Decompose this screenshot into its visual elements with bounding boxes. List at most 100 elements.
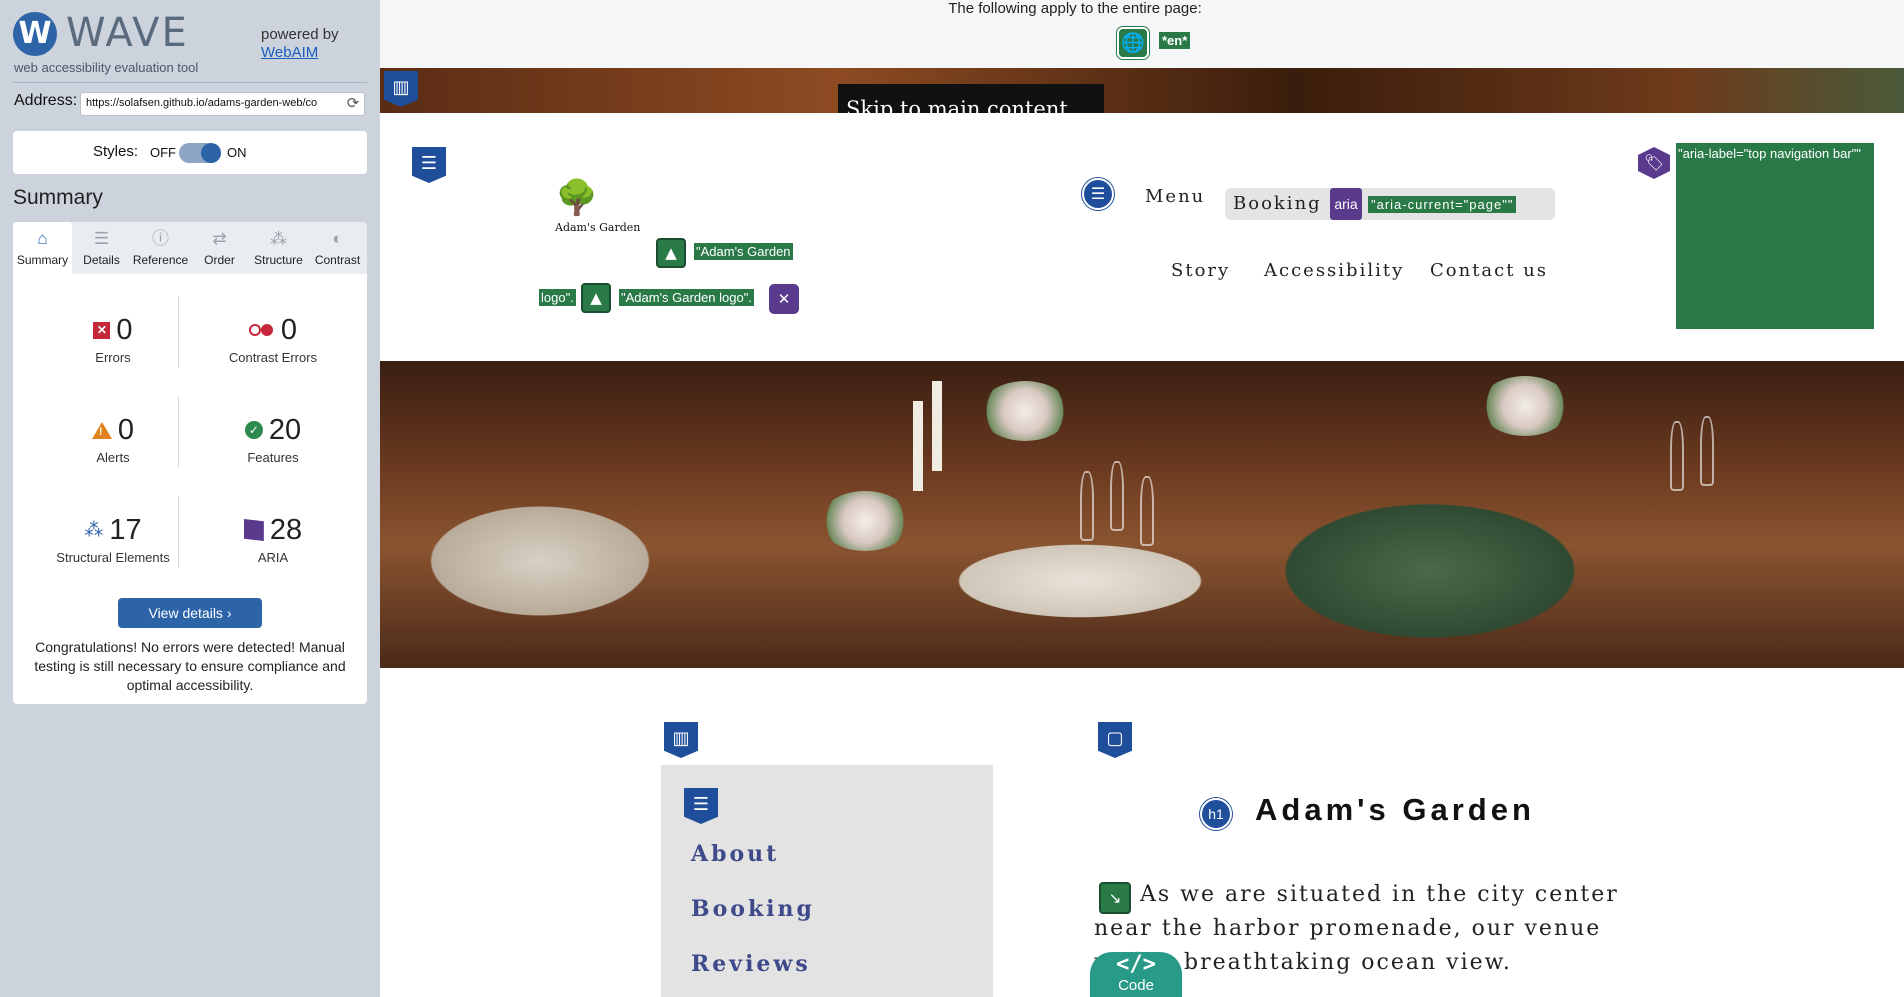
congrats-message: Congratulations! No errors were detected… (34, 639, 346, 693)
aside-region-icon[interactable]: ▥ (664, 722, 698, 758)
candle (932, 381, 942, 471)
wave-tagline: web accessibility evaluation tool (14, 60, 199, 75)
toggle-knob (201, 143, 221, 163)
wine-glass (1110, 461, 1124, 531)
aria-hidden-icon[interactable]: ✕ (769, 284, 799, 314)
structural-stat[interactable]: ⁂ 17 Structural Elements (33, 512, 193, 566)
view-details-button[interactable]: View details › (118, 598, 262, 628)
nav-story[interactable]: Story (1171, 260, 1230, 281)
header-image-strip (380, 68, 1904, 113)
side-link-booking[interactable]: Booking (691, 896, 815, 922)
tab-reference[interactable]: ⓘ Reference (131, 222, 190, 274)
image-alt-icon[interactable]: ▲ (581, 283, 611, 313)
list-icon: ☰ (93, 229, 110, 248)
alerts-count: 0 (117, 413, 135, 446)
feature-check-icon: ✓ (244, 421, 263, 439)
css-icon[interactable]: ☰ (684, 788, 718, 824)
tab-structure[interactable]: ⁂ Structure (249, 222, 308, 274)
apply-text: The following apply to the entire page: (948, 0, 1202, 17)
styles-panel: Styles: OFF ON (13, 131, 367, 174)
info-icon: ⓘ (152, 229, 169, 248)
alt-text-tag: "Adam's Garden (694, 243, 793, 260)
side-link-reviews[interactable]: Reviews (691, 951, 811, 977)
styles-toggle[interactable] (179, 143, 221, 163)
divider (13, 82, 367, 83)
alerts-stat[interactable]: ! 0 Alerts (33, 412, 193, 465)
alert-icon: ! (91, 421, 112, 439)
image-alt-icon[interactable]: ▲ (656, 238, 686, 268)
order-icon: ⇄ (212, 229, 227, 248)
alt-text-tag: "Adam's Garden logo". (619, 289, 754, 306)
contrast-errors-label: Contrast Errors (228, 350, 318, 365)
aria-count: 28 (269, 513, 303, 546)
error-icon: ✕ (93, 321, 111, 339)
address-label: Address: (14, 92, 78, 109)
styles-on-label: ON (227, 145, 247, 160)
webaim-link[interactable]: WebAIM (261, 44, 318, 61)
skip-link[interactable]: Skip to main content (838, 84, 1104, 113)
logo-tree-icon: 🌳 (555, 178, 599, 218)
css-icon[interactable]: ☰ (412, 147, 446, 183)
wine-glass (1700, 416, 1714, 486)
alt-text-tag: logo". (539, 289, 576, 306)
aria-icon[interactable]: aria (1330, 188, 1362, 220)
tab-label: Summary (16, 253, 69, 267)
tab-order[interactable]: ⇄ Order (190, 222, 249, 274)
tab-details[interactable]: ☰ Details (72, 222, 131, 274)
logo-caption: Adam's Garden (555, 221, 641, 234)
contrast-error-icon (248, 323, 275, 337)
side-link-about[interactable]: About (691, 841, 779, 867)
nav-menu[interactable]: Menu (1145, 186, 1205, 207)
contrast-errors-stat[interactable]: 0 Contrast Errors (193, 312, 353, 366)
wine-glass (1670, 421, 1684, 491)
tab-label: Structure (254, 253, 303, 267)
aria-label-tag: "aria-label="top navigation bar"" (1676, 143, 1874, 329)
aria-stat[interactable]: 28 ARIA (193, 512, 353, 565)
hero-image (380, 361, 1904, 668)
nav-contact[interactable]: Contact us (1430, 260, 1548, 281)
tab-contrast[interactable]: ◐ Contrast (308, 222, 367, 274)
lang-tag: *en* (1159, 32, 1191, 49)
address-input[interactable]: https://solafsen.github.io/adams-garden-… (80, 92, 365, 116)
list-icon[interactable]: ☰ (1082, 178, 1114, 210)
tab-summary[interactable]: ⌂ Summary (13, 222, 72, 274)
page-wide-bar: The following apply to the entire page: … (380, 0, 1904, 68)
flowers (980, 381, 1070, 441)
errors-stat[interactable]: ✕ 0 Errors (33, 312, 193, 365)
nav-accessibility[interactable]: Accessibility (1264, 260, 1404, 281)
styles-off-label: OFF (150, 145, 176, 160)
features-label: Features (247, 450, 299, 465)
code-label: Code (1118, 977, 1154, 994)
powered-by-label: powered by (261, 26, 339, 43)
nav-booking[interactable]: Booking (1233, 193, 1322, 214)
page-preview: The following apply to the entire page: … (380, 0, 1904, 997)
flowers (820, 491, 910, 551)
tab-label: Contrast (314, 253, 361, 267)
errors-label: Errors (95, 350, 131, 365)
link-icon[interactable]: ↘ (1099, 882, 1131, 914)
reload-icon[interactable]: ⟳ (344, 94, 362, 112)
tab-label: Order (204, 253, 235, 267)
tab-label: Details (83, 253, 120, 267)
features-count: 20 (268, 413, 302, 446)
aria-label: ARIA (257, 550, 289, 565)
errors-count: 0 (116, 313, 133, 346)
header-region-icon[interactable]: ▥ (384, 71, 418, 107)
styles-label: Styles: (93, 143, 139, 160)
page-title: Adam's Garden (1255, 792, 1535, 827)
globe-icon[interactable]: 🌐 (1117, 27, 1149, 59)
wine-glass (1140, 476, 1154, 546)
features-stat[interactable]: ✓ 20 Features (193, 412, 353, 465)
summary-heading: Summary (13, 186, 103, 209)
wine-glass (1080, 471, 1094, 541)
h1-icon[interactable]: h1 (1200, 798, 1232, 830)
code-button[interactable]: </> Code (1090, 952, 1182, 997)
structural-label: Structural Elements (56, 550, 170, 565)
structural-count: 17 (109, 513, 142, 546)
contrast-errors-count: 0 (280, 313, 298, 346)
main-region-icon[interactable]: ▢ (1098, 722, 1132, 758)
candle (913, 401, 923, 491)
structure-icon: ⁂ (84, 519, 104, 541)
flowers (1480, 376, 1570, 436)
tab-label: Reference (132, 253, 189, 267)
